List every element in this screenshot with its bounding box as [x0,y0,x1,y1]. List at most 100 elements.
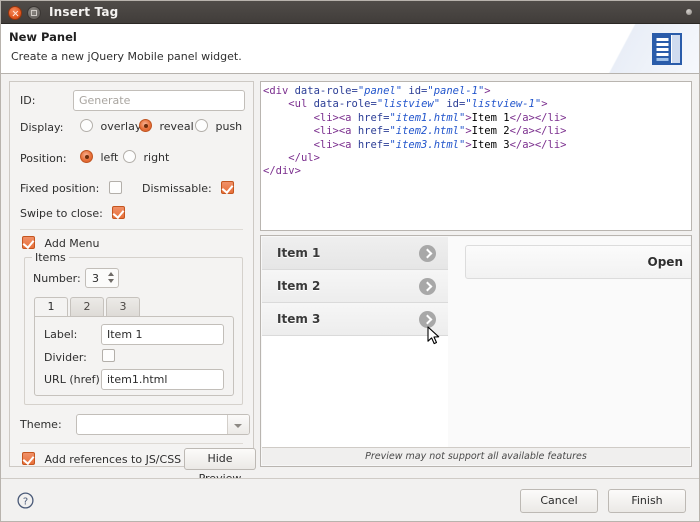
mouse-cursor [427,326,441,349]
dialog-header: New Panel Create a new jQuery Mobile pan… [1,24,699,74]
theme-select[interactable] [76,414,250,435]
items-group-title: Items [32,251,69,264]
window-title: Insert Tag [49,5,119,19]
fixed-position-checkbox[interactable] [108,181,122,194]
close-icon[interactable] [8,6,22,20]
swipe-to-close-row[interactable]: Swipe to close: [20,206,126,220]
add-menu-row[interactable]: Add Menu [22,236,100,250]
code-line: <li><a href="item3.html">Item 3</a></li> [313,138,567,151]
code-line: <ul data-role="listview" id="listview-1"… [288,98,548,111]
preview-list-item-label: Item 3 [277,312,321,326]
add-references-checkbox[interactable] [22,452,35,465]
number-value: 3 [92,272,99,285]
preview-list-item-label: Item 2 [277,279,321,293]
chevron-down-icon[interactable] [227,415,249,434]
item-label-input[interactable]: Item 1 [101,324,224,345]
number-stepper[interactable]: 3 [85,268,119,288]
preview-list-item[interactable]: Item 2 [262,270,448,303]
cancel-button[interactable]: Cancel [520,489,598,513]
code-line: <li><a href="item2.html">Item 2</a></li> [313,125,567,138]
display-label: Display: [20,121,64,134]
svg-text:?: ? [23,496,28,507]
radio-left-icon[interactable] [80,150,93,163]
radio-push-icon[interactable] [195,119,208,132]
code-line: <div data-role="panel" id="panel-1"> [263,85,491,97]
fixed-position-row[interactable]: Fixed position: [20,181,122,195]
display-option-reveal-label: reveal [159,120,194,133]
item-divider-row[interactable]: Divider: [44,351,87,364]
add-references-label: Add references to JS/CSS [44,453,182,466]
position-option-left[interactable]: left [80,150,118,164]
dismissable-checkbox[interactable] [221,181,235,194]
position-label: Position: [20,152,67,165]
item-tab-panel: Label: Item 1 Divider: URL (href): item1… [34,316,234,396]
dismissable-row[interactable]: Dismissable: [142,181,235,195]
finish-button[interactable]: Finish [608,489,686,513]
panel-settings-form: ID: Generate Display: overlay reveal pus… [9,81,256,485]
preview-footnote: Preview may not support all available fe… [262,447,690,465]
preview-panel-empty-area [262,336,448,448]
preview-list-item[interactable]: Item 1 [262,237,448,270]
add-references-row[interactable]: Add references to JS/CSS [22,452,181,466]
id-row: ID: [20,94,35,107]
position-option-left-label: left [100,151,119,164]
item-tab-2[interactable]: 2 [70,297,104,316]
dialog-footer: ? Cancel Finish [1,478,699,521]
page-title: New Panel [9,30,77,44]
number-label: Number: [33,272,81,285]
items-group: Items Number: 3 1 2 3 Label: Item 1 Divi… [24,251,243,405]
code-line: <li><a href="item1.html">Item 1</a></li> [313,111,567,124]
radio-overlay-icon[interactable] [80,119,93,132]
code-text: <div data-role="panel" id="panel-1"> <ul… [263,85,689,179]
display-option-reveal[interactable]: reveal [139,119,194,133]
fixed-position-label: Fixed position: [20,182,100,195]
code-line: </ul> [288,152,320,165]
window-menu-icon[interactable] [686,9,692,15]
display-option-push[interactable]: push [195,119,242,133]
maximize-icon[interactable] [27,6,41,20]
item-tab-3[interactable]: 3 [106,297,140,316]
chevron-right-icon [419,278,436,295]
code-line: </div> [263,165,301,178]
hide-preview-button[interactable]: Hide Preview [184,448,256,485]
preview-panel-listview: Item 1 Item 2 Item 3 [262,237,449,448]
id-input[interactable]: Generate [73,90,245,111]
position-option-right[interactable]: right [123,150,169,164]
stepper-arrows-icon[interactable] [107,272,114,286]
radio-reveal-icon[interactable] [139,119,152,132]
preview-open-label[interactable]: Open [648,255,683,269]
item-tabs: 1 2 3 [34,297,234,317]
theme-label: Theme: [20,418,62,431]
display-option-overlay-label: overlay [100,120,142,133]
swipe-to-close-checkbox[interactable] [112,206,126,219]
dialog-body: ID: Generate Display: overlay reveal pus… [1,74,699,485]
preview-list-item-label: Item 1 [277,246,321,260]
window-titlebar: Insert Tag [1,1,700,24]
add-menu-checkbox[interactable] [22,236,35,249]
code-preview-box[interactable]: <div data-role="panel" id="panel-1"> <ul… [260,81,692,231]
item-tab-1[interactable]: 1 [34,297,68,317]
radio-right-icon[interactable] [123,150,136,163]
item-divider-checkbox[interactable] [102,349,115,362]
display-option-overlay[interactable]: overlay [80,119,141,133]
add-menu-label: Add Menu [44,237,100,250]
divider-2 [20,443,243,444]
insert-tag-dialog: Insert Tag New Panel Create a new jQuery… [0,0,700,522]
preview-open-bar: Open [465,245,691,279]
item-url-input[interactable]: item1.html [101,369,224,390]
id-label: ID: [20,94,36,107]
panel-widget-icon [649,31,685,67]
chevron-right-icon [419,245,436,262]
item-label-label: Label: [44,328,78,341]
divider-1 [20,229,243,230]
item-url-label: URL (href): [44,373,104,386]
dismissable-label: Dismissable: [142,182,212,195]
help-icon[interactable]: ? [17,492,34,509]
item-divider-label: Divider: [44,351,87,364]
swipe-to-close-label: Swipe to close: [20,207,103,220]
page-subtitle: Create a new jQuery Mobile panel widget. [11,50,242,63]
display-option-push-label: push [215,120,243,133]
position-option-right-label: right [143,151,170,164]
widget-preview-box: Item 1 Item 2 Item 3 Open Preview may no… [260,235,692,467]
preview-list-item[interactable]: Item 3 [262,303,448,336]
